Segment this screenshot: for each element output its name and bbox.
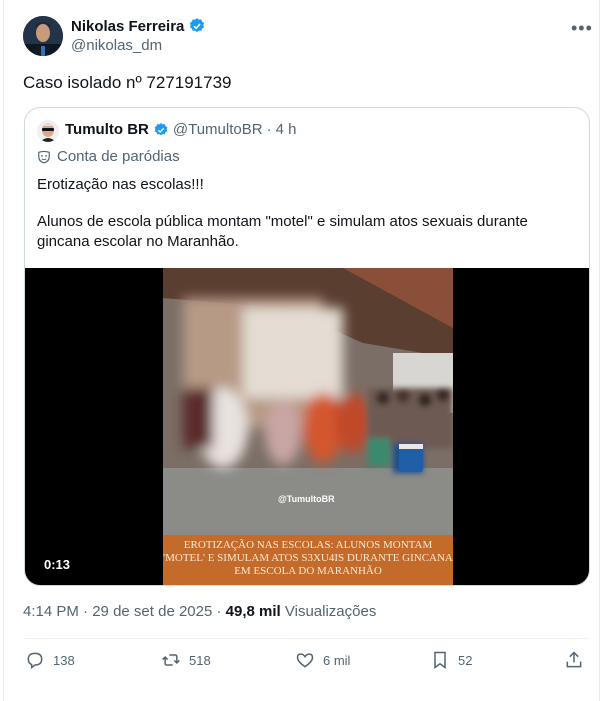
reply-icon xyxy=(27,652,43,669)
quoted-handle[interactable]: @TumultoBR xyxy=(173,121,263,138)
video-frame[interactable]: @TumultoBR EROTIZAÇÃO NAS ESCOLAS: ALUNO… xyxy=(163,268,453,585)
author-avatar[interactable] xyxy=(23,16,63,56)
retweet-count: 518 xyxy=(189,652,211,668)
tweet-time[interactable]: 4:14 PM xyxy=(23,603,79,620)
quoted-text-line2: Alunos de escola pública montam "motel" … xyxy=(37,213,528,250)
video-duration: 0:13 xyxy=(44,557,71,572)
video-player[interactable]: @TumultoBR EROTIZAÇÃO NAS ESCOLAS: ALUNO… xyxy=(25,268,589,585)
verified-badge-icon xyxy=(190,18,205,33)
meta-separator: · xyxy=(83,603,89,620)
quoted-avatar[interactable] xyxy=(37,120,59,142)
parody-label: Conta de paródias xyxy=(37,148,180,165)
parody-label-text: Conta de paródias xyxy=(57,148,180,165)
video-watermark: @TumultoBR xyxy=(278,494,335,504)
parody-mask-icon xyxy=(38,150,50,163)
quoted-time[interactable]: 4 h xyxy=(276,121,297,138)
meta-separator-2: · xyxy=(216,603,222,620)
share-icon xyxy=(566,651,582,668)
more-icon[interactable]: ••• xyxy=(571,18,593,39)
divider xyxy=(23,638,589,639)
quoted-header: Tumulto BR @TumultoBR · 4 h xyxy=(65,121,296,138)
author-name-row[interactable]: Nikolas Ferreira xyxy=(71,17,206,35)
quoted-avatar-image xyxy=(37,120,59,142)
tweet-meta: 4:14 PM · 29 de set de 2025 · 49,8 mil V… xyxy=(23,603,376,620)
bookmark-button[interactable]: 52 xyxy=(430,650,472,670)
reply-count: 138 xyxy=(53,652,75,668)
heart-icon xyxy=(296,653,314,668)
author-handle[interactable]: @nikolas_dm xyxy=(71,37,162,54)
tweet-card: Nikolas Ferreira @nikolas_dm ••• Caso is… xyxy=(3,0,600,701)
avatar-image xyxy=(23,16,63,56)
like-button[interactable]: 6 mil xyxy=(295,650,350,670)
action-bar: 138 518 6 mil 52 xyxy=(23,650,589,674)
views-label: Visualizações xyxy=(284,603,377,620)
quoted-tweet[interactable]: Tumulto BR @TumultoBR · 4 h Conta de par… xyxy=(24,107,590,586)
video-caption: EROTIZAÇÃO NAS ESCOLAS: ALUNOS MONTAM 'M… xyxy=(163,535,453,585)
like-count: 6 mil xyxy=(323,652,351,668)
verified-badge-icon xyxy=(154,122,168,135)
retweet-button[interactable]: 518 xyxy=(161,650,211,670)
bookmark-icon xyxy=(434,651,446,669)
quoted-name[interactable]: Tumulto BR xyxy=(65,121,149,138)
quoted-text-line1: Erotização nas escolas!!! xyxy=(37,176,204,193)
share-button[interactable] xyxy=(564,650,584,670)
quoted-separator: · xyxy=(266,121,272,138)
reply-button[interactable]: 138 xyxy=(25,650,75,670)
tweet-text: Caso isolado nº 727191739 xyxy=(23,73,232,92)
tweet-date[interactable]: 29 de set de 2025 xyxy=(92,603,212,620)
bookmark-count: 52 xyxy=(458,652,473,668)
author-name[interactable]: Nikolas Ferreira xyxy=(71,18,184,35)
retweet-icon xyxy=(162,654,180,666)
views-count: 49,8 mil xyxy=(225,603,281,620)
